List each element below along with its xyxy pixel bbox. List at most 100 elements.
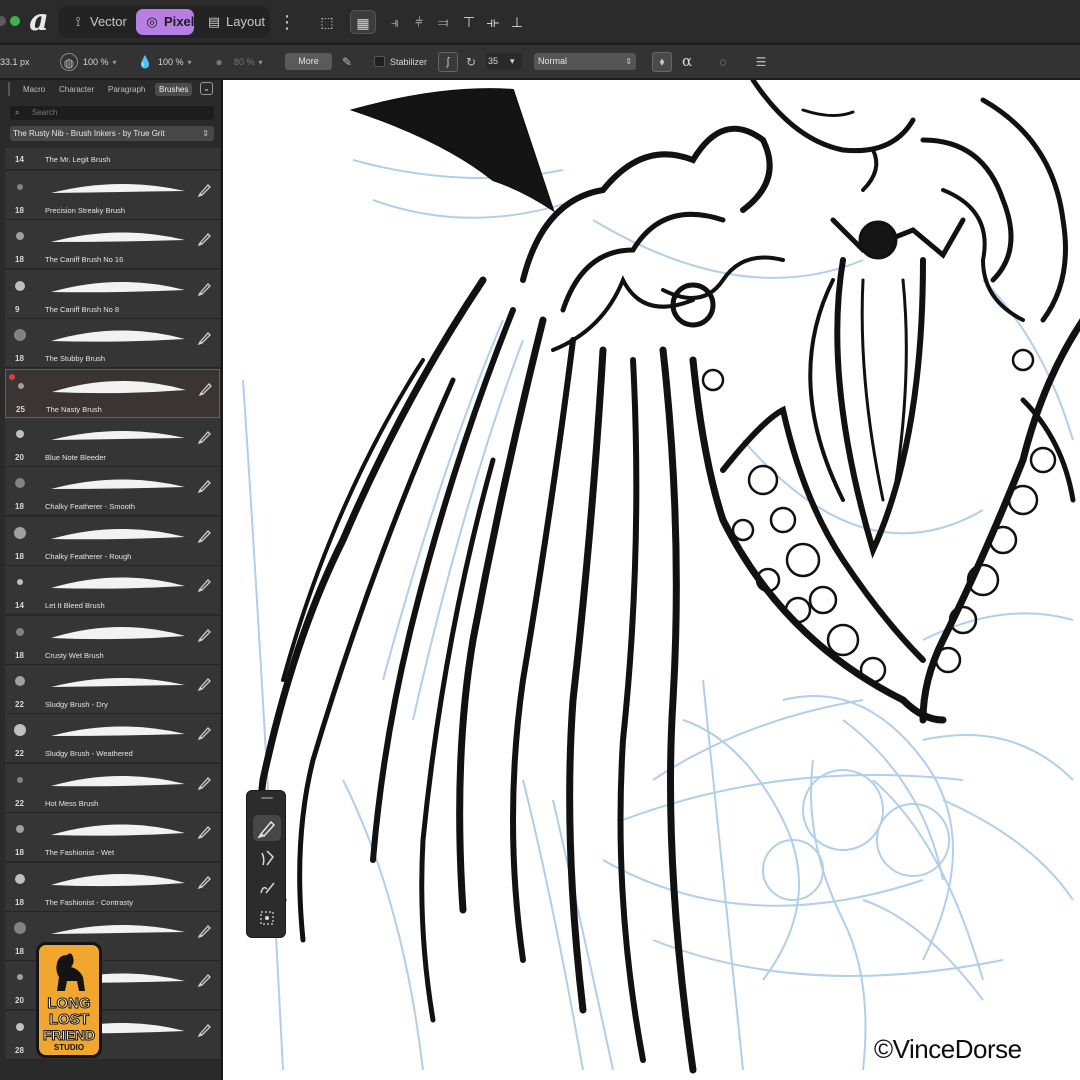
edit-brush-icon[interactable] (197, 329, 213, 346)
app-logo[interactable]: a (26, 6, 52, 36)
brush-item[interactable]: 18 Chalky Featherer - Smooth (5, 467, 220, 517)
edit-brush-icon[interactable] (197, 823, 213, 840)
brush-size: 18 (15, 650, 24, 660)
brush-stroke-preview (43, 323, 193, 351)
chevron-down-icon: ▾ (510, 56, 515, 66)
window-mode-icon[interactable]: ↻ (462, 53, 480, 71)
search-icon: ⌕ (15, 108, 20, 117)
brush-size: 14 (15, 601, 24, 611)
align-center-icon[interactable]: ⫩ (406, 10, 432, 34)
brush-size: 18 (15, 897, 24, 907)
edit-brush-icon[interactable] (197, 873, 213, 889)
brush-item[interactable]: 18 Precision Streaky Brush (5, 171, 220, 220)
tab-paragraph[interactable]: Paragraph (104, 83, 149, 96)
more-menu-icon[interactable]: ⋮ (278, 10, 296, 34)
brush-name: The Nasty Brush (46, 404, 102, 414)
brush-item[interactable]: 18 The Caniff Brush No 16 (5, 220, 220, 270)
brush-item[interactable]: 18 The Stubby Brush (5, 319, 220, 369)
force-pressure-icon[interactable]: ◌ (714, 53, 732, 71)
brush-tip-thumbnail (13, 625, 27, 639)
tab-macro[interactable]: Macro (19, 83, 49, 96)
dodge-brush-icon (261, 850, 274, 866)
edit-brush-icon[interactable] (197, 922, 213, 939)
align-left-icon[interactable]: ⫣ (382, 10, 408, 34)
persona-switcher: ⟟ Vector ◎ Pixel ▤ Layout (58, 6, 270, 38)
blend-mode-select[interactable]: Normal ⇕ (534, 53, 636, 70)
paint-brush-tool[interactable] (253, 815, 281, 841)
brush-item[interactable]: 9 The Caniff Brush No 8 (5, 269, 220, 319)
edit-brush-icon[interactable] (197, 181, 213, 198)
brush-options-icon[interactable]: ☰ (752, 53, 770, 71)
panel-menu-chevron-icon[interactable]: ⌄ (200, 82, 213, 95)
stabilizer-checkbox[interactable] (374, 56, 385, 67)
brush-item[interactable]: 18 Chalky Featherer - Rough (5, 516, 220, 566)
edit-brush-icon[interactable] (198, 380, 214, 396)
smudge-brush-tool[interactable] (253, 875, 281, 901)
context-toolbar: 33.1 px ◍ 100 % ▾ 💧 100 % ▾ ● 80 % ▾ More ✎… (0, 45, 1080, 79)
edit-brush-icon[interactable] (197, 527, 213, 543)
brush-item[interactable]: 20 Blue Note Bleeder (5, 418, 220, 467)
drawing-canvas[interactable] (223, 80, 1080, 1080)
brush-tip-thumbnail (13, 921, 27, 935)
layout-persona-button[interactable]: ▤ Layout (198, 9, 268, 35)
brush-item[interactable]: 14 Let It Bleed Brush (5, 566, 220, 616)
brush-item[interactable]: 22 Hot Mess Brush (5, 763, 220, 813)
edit-brush-icon[interactable] (197, 230, 213, 247)
pixel-persona-label: Pixel (164, 14, 195, 29)
brush-item[interactable]: 18 Crusty Wet Brush (5, 615, 220, 665)
opacity-field[interactable]: 100 % ▾ (83, 54, 117, 70)
brush-stroke-preview (43, 521, 193, 549)
brush-name: Sludgy Brush - Dry (45, 700, 108, 709)
tool-strip-grip[interactable] (261, 797, 273, 799)
align-top-icon[interactable]: ⊤ (456, 10, 482, 34)
edit-brush-icon[interactable] (197, 724, 213, 741)
brush-settings-icon[interactable]: ✎ (338, 53, 356, 71)
brush-item[interactable]: 22 Sludgy Brush - Weathered (5, 714, 220, 764)
search-input[interactable]: ⌕ Search (10, 106, 214, 120)
flow-icon: 💧 (137, 55, 153, 69)
brush-stroke-preview (44, 374, 194, 402)
brush-item[interactable]: 18 The Fashionist - Contrasty (5, 862, 220, 912)
wet-edges-icon[interactable]: ⬧ (652, 52, 672, 72)
edit-brush-icon[interactable] (197, 971, 213, 988)
align-bottom-icon[interactable]: ⊥ (504, 10, 530, 34)
edit-brush-icon[interactable] (197, 477, 213, 494)
vector-persona-button[interactable]: ⟟ Vector (62, 9, 134, 35)
align-right-icon[interactable]: ⫤ (430, 10, 456, 34)
selection-brush-tool[interactable] (253, 905, 281, 931)
tab-brushes[interactable]: Brushes (155, 83, 193, 96)
brush-size: 18 (15, 206, 24, 215)
pixel-persona-button[interactable]: ◎ Pixel (136, 9, 194, 35)
more-button[interactable]: More (285, 53, 332, 70)
dodge-brush-tool[interactable] (253, 845, 281, 871)
brush-width-field[interactable]: 33.1 px (0, 54, 30, 70)
align-middle-icon[interactable]: ⟛ (480, 10, 506, 34)
brush-item[interactable]: 25 The Nasty Brush (5, 368, 220, 418)
layout-persona-label: Layout (226, 14, 266, 29)
ink-layer (257, 80, 1080, 1074)
window-minimize-button[interactable] (0, 16, 6, 26)
edit-brush-icon[interactable] (197, 1021, 213, 1037)
protect-alpha-icon[interactable]: α (682, 52, 692, 70)
brush-item[interactable]: 18 The Fashionist - Wet (5, 813, 220, 863)
edit-brush-icon[interactable] (197, 576, 213, 593)
brush-item[interactable]: 22 Sludgy Brush - Dry (5, 665, 220, 714)
flow-field[interactable]: 100 % ▾ (158, 54, 192, 70)
snapping-grid-icon[interactable]: ▦ (350, 10, 376, 34)
edit-brush-icon[interactable] (197, 280, 213, 296)
panel-drag-handle[interactable] (8, 82, 10, 96)
tab-character[interactable]: Character (55, 83, 98, 96)
window-zoom-button[interactable] (10, 16, 20, 26)
edit-brush-icon[interactable] (197, 626, 213, 642)
edit-brush-icon[interactable] (197, 675, 213, 692)
rope-mode-icon[interactable]: ʃ (438, 52, 458, 72)
brush-category-select[interactable]: The Rusty Nib - Brush Inkers - by True G… (10, 126, 214, 141)
edit-brush-icon[interactable] (197, 428, 213, 445)
hardness-field[interactable]: 80 % ▾ (234, 54, 263, 70)
assistant-icon[interactable]: ⬚ (314, 10, 340, 34)
brush-item[interactable]: 14 The Mr. Legit Brush (5, 148, 220, 170)
stabilizer-value: 35 (488, 56, 499, 66)
stabilizer-value-field[interactable]: 35 ▾ (486, 53, 522, 70)
brush-name: The Fashionist - Wet (45, 848, 115, 858)
edit-brush-icon[interactable] (197, 774, 213, 790)
